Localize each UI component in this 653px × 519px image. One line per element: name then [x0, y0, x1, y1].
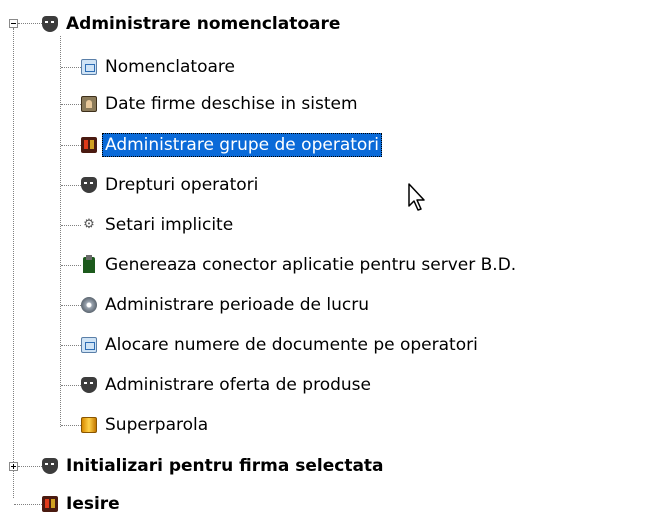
document-icon [81, 337, 97, 353]
tree-node-label: Drepturi operatori [105, 175, 259, 195]
tree-node-label: Genereaza conector aplicatie pentru serv… [105, 255, 517, 275]
tree-node-alocare-numere[interactable]: Alocare numere de documente pe operatori [81, 330, 481, 360]
tree-view[interactable]: Administrare nomenclatoare Nomenclatoare… [0, 0, 653, 514]
tree-line [18, 466, 42, 467]
tree-line [61, 145, 81, 146]
tree-node-date-firme[interactable]: Date firme deschise in sistem [81, 89, 361, 119]
tree-node-drepturi-operatori[interactable]: Drepturi operatori [81, 170, 261, 200]
tree-node-label: Nomenclatoare [105, 57, 235, 77]
tree-node-perioade-lucru[interactable]: Administrare perioade de lucru [81, 290, 372, 320]
tree-node-label: Setari implicite [105, 215, 234, 235]
gears-icon: ⚙ [83, 217, 95, 232]
tree-line [61, 425, 81, 426]
mask-icon [42, 458, 58, 474]
tree-node-label: Iesire [66, 494, 120, 514]
mouse-cursor-icon [408, 183, 425, 211]
tree-line [60, 36, 61, 427]
tree-node-initializari[interactable]: Initializari pentru firma selectata [42, 451, 387, 481]
tree-node-label: Initializari pentru firma selectata [66, 456, 384, 476]
expand-toggle-icon[interactable] [9, 462, 18, 471]
tree-node-label: Administrare perioade de lucru [105, 295, 370, 315]
mask-icon [42, 16, 58, 32]
gold-icon [81, 417, 97, 433]
tree-node-label: Superparola [105, 415, 209, 435]
mask-icon [81, 377, 97, 393]
tree-node-genereaza-conector[interactable]: Genereaza conector aplicatie pentru serv… [81, 250, 519, 280]
tree-line [61, 67, 81, 68]
tree-line [61, 185, 81, 186]
tree-line [13, 28, 14, 498]
group-icon [42, 496, 58, 512]
tree-line [18, 23, 42, 24]
tree-node-setari-implicite[interactable]: ⚙ Setari implicite [81, 210, 236, 240]
tree-node-administrare-grupe[interactable]: Administrare grupe de operatori [81, 130, 383, 160]
tree-node-label: Administrare grupe de operatori [102, 133, 383, 157]
document-icon [81, 59, 97, 75]
tree-node-label: Date firme deschise in sistem [105, 94, 358, 114]
collapse-toggle-icon[interactable] [9, 19, 18, 28]
disk-icon [81, 297, 97, 313]
tree-node-nomenclatoare[interactable]: Nomenclatoare [81, 52, 238, 82]
mask-icon [81, 177, 97, 193]
tree-node-oferta-produse[interactable]: Administrare oferta de produse [81, 370, 374, 400]
tree-line [61, 305, 81, 306]
tree-line [61, 345, 81, 346]
tree-node-superparola[interactable]: Superparola [81, 410, 211, 440]
tree-line [61, 385, 81, 386]
tree-line [61, 265, 81, 266]
tree-line [14, 504, 42, 505]
tree-line [61, 225, 81, 226]
plug-icon [83, 255, 95, 273]
tree-node-label: Administrare nomenclatoare [66, 14, 341, 34]
tree-node-label: Alocare numere de documente pe operatori [105, 335, 478, 355]
tree-node-administrare-nomenclatoare[interactable]: Administrare nomenclatoare [42, 9, 343, 39]
tree-line [61, 104, 81, 105]
tree-node-label: Administrare oferta de produse [105, 375, 371, 395]
tree-node-iesire[interactable]: Iesire [42, 489, 123, 519]
group-icon [81, 137, 97, 153]
photo-icon [81, 96, 97, 112]
